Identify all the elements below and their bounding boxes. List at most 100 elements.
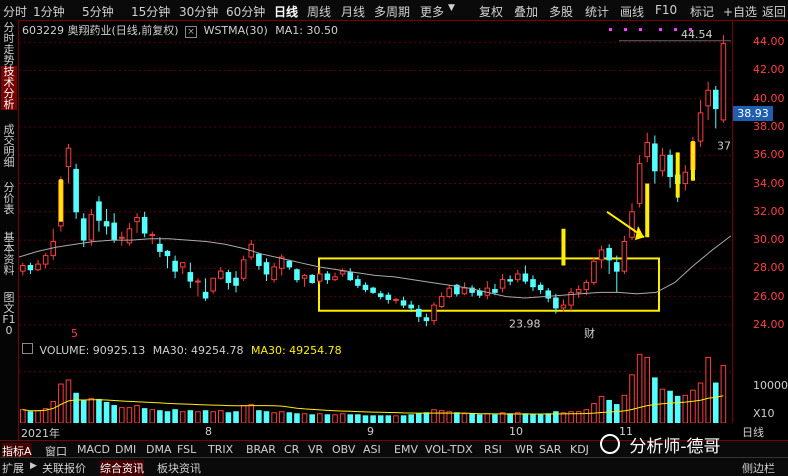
level-label: 37.2 bbox=[717, 140, 731, 153]
volume-bar bbox=[598, 395, 605, 423]
candle-body bbox=[164, 250, 171, 257]
f10-button[interactable]: F10 bbox=[655, 3, 677, 17]
candle-body bbox=[697, 112, 704, 142]
sidebar-item-profile[interactable]: 基本资料 bbox=[1, 232, 17, 276]
extension-tabs: 扩展 ▶ 关联报价 综合资讯 板块资讯 侧边栏 bbox=[0, 457, 788, 476]
volume-chart[interactable] bbox=[19, 341, 731, 423]
price-tick: 40.00 bbox=[753, 91, 785, 105]
more-dropdown-icon[interactable]: ▼ bbox=[448, 3, 455, 13]
indicator-tab[interactable]: RSI bbox=[484, 443, 502, 456]
candle-body bbox=[317, 273, 323, 282]
back-button[interactable]: 返回 bbox=[762, 3, 786, 20]
candle-body bbox=[179, 262, 186, 268]
candle-body bbox=[119, 236, 125, 239]
candle-body bbox=[309, 274, 315, 283]
volume-bar bbox=[339, 413, 346, 423]
expand-button[interactable]: 扩展 bbox=[2, 460, 24, 476]
tab-5min[interactable]: 5分钟 bbox=[82, 3, 114, 20]
candle-body bbox=[659, 154, 666, 172]
tab-fenshi[interactable]: 分时 bbox=[3, 3, 27, 20]
candle-body bbox=[492, 289, 498, 293]
volume-bar bbox=[720, 365, 727, 423]
expand-arrow-icon[interactable]: ▶ bbox=[30, 461, 37, 471]
dot-marker bbox=[659, 28, 662, 32]
indicator-tab[interactable]: WR bbox=[515, 443, 534, 456]
candle-body bbox=[80, 218, 87, 241]
tab-news[interactable]: 综合资讯 bbox=[100, 460, 144, 476]
indicator-tab[interactable]: KDJ bbox=[570, 443, 589, 456]
indicator-tab[interactable]: OBV bbox=[332, 443, 355, 456]
draw-line-button[interactable]: 画线 bbox=[620, 3, 644, 20]
indicator-tab[interactable]: VR bbox=[308, 443, 323, 456]
indicator-tab[interactable]: ASI bbox=[363, 443, 381, 456]
watermark-text: 分析师-德哥 bbox=[629, 437, 721, 457]
candle-body bbox=[103, 221, 110, 227]
indicator-tab[interactable]: EMV bbox=[394, 443, 418, 456]
sidebar-item-f10[interactable]: 图文F10 bbox=[1, 292, 17, 336]
candle-body bbox=[149, 233, 156, 236]
candle-body bbox=[210, 277, 216, 292]
sidebar-item-price-table[interactable]: 分价表 bbox=[1, 182, 17, 215]
volume-bar bbox=[613, 404, 620, 423]
candle-body bbox=[347, 272, 354, 281]
tab-related-quotes[interactable]: 关联报价 bbox=[42, 460, 86, 476]
candle-body bbox=[438, 296, 445, 307]
tab-sector-news[interactable]: 板块资讯 bbox=[157, 460, 201, 476]
volume-bar bbox=[423, 412, 430, 423]
dot-marker bbox=[624, 28, 627, 32]
volume-bar bbox=[225, 412, 232, 423]
volume-bar bbox=[179, 411, 186, 423]
tab-15min[interactable]: 15分钟 bbox=[131, 3, 170, 20]
tab-60min[interactable]: 60分钟 bbox=[226, 3, 265, 20]
candle-body bbox=[218, 270, 224, 279]
volume-bar bbox=[461, 413, 468, 423]
sidebar-item-technical[interactable]: 技术分析 bbox=[1, 66, 17, 110]
indicator-tab[interactable]: CR bbox=[284, 443, 299, 456]
tab-multi-period[interactable]: 多周期 bbox=[374, 3, 410, 20]
multi-stock-button[interactable]: 多股 bbox=[549, 3, 573, 20]
tab-1min[interactable]: 1分钟 bbox=[33, 3, 65, 20]
indicator-tab[interactable]: DMI bbox=[115, 443, 136, 456]
overlay-button[interactable]: 叠加 bbox=[514, 3, 538, 20]
indicator-tab[interactable]: DMA bbox=[146, 443, 172, 456]
candle-body bbox=[362, 284, 369, 291]
indicator-tab[interactable]: VOL-TDX bbox=[425, 443, 473, 456]
tab-30min[interactable]: 30分钟 bbox=[179, 3, 218, 20]
candle-body bbox=[339, 270, 346, 275]
volume-bar bbox=[134, 405, 140, 423]
indicator-tab[interactable]: SAR bbox=[539, 443, 561, 456]
indicator-tab[interactable]: TRIX bbox=[208, 443, 233, 456]
candle-body bbox=[720, 43, 727, 121]
fuquan-button[interactable]: 复权 bbox=[479, 3, 503, 20]
volume-bar bbox=[248, 404, 255, 423]
volume-bar bbox=[355, 414, 361, 423]
tab-daily[interactable]: 日线 bbox=[274, 3, 298, 20]
volume-bar bbox=[484, 413, 491, 423]
volume-bar bbox=[126, 407, 133, 423]
sidebar-toggle[interactable]: 侧边栏 bbox=[742, 460, 775, 476]
volume-bar bbox=[659, 388, 666, 423]
indicator-tab[interactable]: MACD bbox=[77, 443, 110, 456]
tab-more[interactable]: 更多 bbox=[420, 3, 444, 20]
add-watchlist-button[interactable]: +自选 bbox=[723, 3, 757, 20]
candlestick-chart[interactable]: 44.54 23.98 37.2 5 财 bbox=[19, 21, 731, 339]
candle-body bbox=[172, 260, 178, 272]
tab-monthly[interactable]: 月线 bbox=[341, 3, 365, 20]
candle-body bbox=[408, 304, 414, 309]
candle-body bbox=[613, 262, 620, 272]
sidebar-item-intraday[interactable]: 分时走势 bbox=[1, 22, 17, 66]
volume-bar bbox=[690, 389, 696, 423]
dot-marker bbox=[639, 28, 642, 32]
indicator-tab[interactable]: BRAR bbox=[246, 443, 276, 456]
volume-bar bbox=[408, 414, 414, 423]
sidebar-item-trades[interactable]: 成交明细 bbox=[1, 124, 17, 168]
indicator-tab[interactable]: FSL bbox=[177, 443, 196, 456]
volume-bar bbox=[644, 356, 651, 423]
tab-weekly[interactable]: 周线 bbox=[307, 3, 331, 20]
candle-body bbox=[65, 147, 72, 168]
stats-button[interactable]: 统计 bbox=[585, 3, 609, 20]
signal-bar bbox=[58, 179, 63, 222]
mark-button[interactable]: 标记 bbox=[690, 3, 714, 20]
volume-bar bbox=[652, 377, 658, 423]
period-toolbar: 分时 1分钟 5分钟 15分钟 30分钟 60分钟 日线 周线 月线 多周期 更… bbox=[0, 0, 788, 21]
